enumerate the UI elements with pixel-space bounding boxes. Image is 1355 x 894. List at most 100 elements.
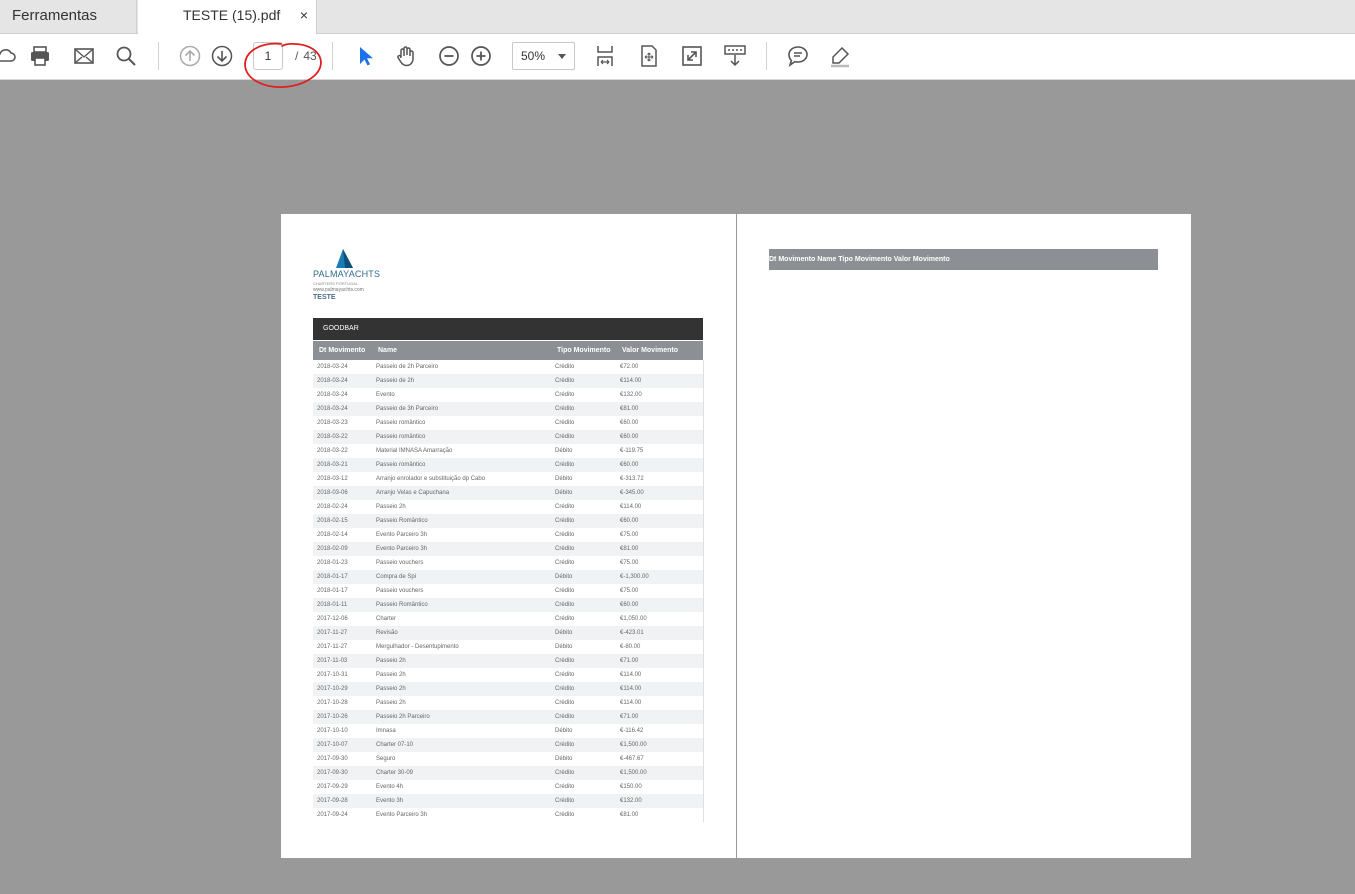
value-cell: €114.00 xyxy=(620,686,642,692)
transactions-table-body: 2018-03-24 Passeio de 2h Parceiro Crédito €… xyxy=(313,360,704,822)
column-header: Tipo Movimento xyxy=(838,256,892,263)
table-row: 2017-10-07 Charter 07-10 Crédito €1,500.00 xyxy=(313,738,703,752)
type-cell: Crédito xyxy=(555,658,575,664)
type-cell: Crédito xyxy=(555,420,575,426)
value-cell: €60.00 xyxy=(620,518,639,524)
fullscreen-icon[interactable] xyxy=(678,42,706,70)
column-header: Valor Movimento xyxy=(622,347,679,354)
zoom-select[interactable]: 50% xyxy=(512,42,575,70)
name-cell: Charter xyxy=(376,616,397,622)
name-cell: Evento Parceiro 3h xyxy=(376,812,428,818)
table-header: Dt Movimento Name Tipo Movimento Valor M… xyxy=(313,341,703,360)
value-cell: €71.00 xyxy=(620,714,639,720)
table-row: 2018-02-14 Evento Parceiro 3h Crédito €75.0… xyxy=(313,528,703,542)
name-cell: Seguro xyxy=(376,756,396,762)
name-cell: Arranjo Velas e Capuchana xyxy=(376,490,450,496)
print-icon[interactable] xyxy=(26,42,54,70)
type-cell: Crédito xyxy=(555,798,575,804)
column-header: Valor Movimento xyxy=(893,256,950,263)
date-cell: 2018-01-11 xyxy=(317,602,348,608)
value-cell: €-80.00 xyxy=(620,644,641,650)
comment-icon[interactable] xyxy=(784,42,812,70)
page-up-icon[interactable] xyxy=(176,42,204,70)
name-cell: Passeio vouchers xyxy=(376,560,424,566)
name-cell: Mergulhador - Desentupimento xyxy=(376,644,459,650)
type-cell: Débito xyxy=(555,644,573,650)
type-cell: Crédito xyxy=(555,532,575,538)
cloud-icon[interactable] xyxy=(0,42,20,70)
zoom-out-icon[interactable] xyxy=(435,42,463,70)
column-header: Name xyxy=(378,347,398,354)
name-cell: Evento 4h xyxy=(376,784,404,790)
value-cell: €75.00 xyxy=(620,560,639,566)
search-icon[interactable] xyxy=(112,42,140,70)
pdf-page-2: Dt Movimento Name Tipo Movimento Valor M… xyxy=(737,214,1191,858)
date-cell: 2018-01-17 xyxy=(317,574,348,580)
date-cell: 2018-03-24 xyxy=(317,364,348,370)
tab-tools[interactable]: Ferramentas xyxy=(0,0,137,33)
zoom-in-icon[interactable] xyxy=(467,42,495,70)
type-cell: Débito xyxy=(555,490,573,496)
value-cell: €1,050.00 xyxy=(620,616,647,622)
name-cell: Passeio vouchers xyxy=(376,588,424,594)
value-cell: €71.00 xyxy=(620,658,639,664)
date-cell: 2018-03-24 xyxy=(317,406,348,412)
fit-width-icon[interactable] xyxy=(591,42,619,70)
column-header: Name xyxy=(817,256,837,263)
name-cell: Passeio de 2h xyxy=(376,378,415,384)
type-cell: Crédito xyxy=(555,602,575,608)
value-cell: €60.00 xyxy=(620,434,639,440)
value-cell: €-119.75 xyxy=(620,448,644,454)
value-cell: €81.00 xyxy=(620,546,639,552)
table-row: 2018-01-11 Passeio Romântico Crédito €60.00 xyxy=(313,598,703,612)
table-row: 2017-10-31 Passeio 2h Crédito €114.00 xyxy=(313,668,703,682)
date-cell: 2017-11-27 xyxy=(317,630,348,636)
value-cell: €-423.01 xyxy=(620,630,644,636)
name-cell: Passeio romântico xyxy=(376,420,426,426)
page-down-icon[interactable] xyxy=(208,42,236,70)
value-cell: €60.00 xyxy=(620,462,639,468)
tab-bar: Ferramentas TESTE (15).pdf × xyxy=(0,0,1355,34)
hand-icon[interactable] xyxy=(392,42,420,70)
table-row: 2017-09-28 Evento 3h Crédito €132.00 xyxy=(313,794,703,808)
column-header: Dt Movimento xyxy=(319,347,366,354)
value-cell: €-345.00 xyxy=(620,490,644,496)
table-row: 2017-09-30 Charter 30-09 Crédito €1,500.00 xyxy=(313,766,703,780)
name-cell: Compra de Spi xyxy=(376,574,417,580)
table-row: 2017-10-28 Passeio 2h Crédito €114.00 xyxy=(313,696,703,710)
table-row: 2018-03-12 Arranjo enrolador e substituiç… xyxy=(313,472,703,486)
table-row: 2017-11-03 Passeio 2h Crédito €71.00 xyxy=(313,654,703,668)
logo-url: www.palmayachts.com xyxy=(313,287,364,293)
fit-page-icon[interactable] xyxy=(635,42,663,70)
close-tab-button[interactable]: × xyxy=(300,0,308,31)
date-cell: 2017-09-29 xyxy=(317,784,348,790)
name-cell: Revisão xyxy=(376,630,398,636)
scroll-mode-icon[interactable] xyxy=(721,42,749,70)
table-row: 2018-03-23 Passeio romântico Crédito €60.00 xyxy=(313,416,703,430)
tab-document[interactable]: TESTE (15).pdf × xyxy=(138,0,317,34)
type-cell: Débito xyxy=(555,448,573,454)
value-cell: €150.00 xyxy=(620,784,642,790)
type-cell: Crédito xyxy=(555,392,575,398)
name-cell: Charter 07-10 xyxy=(376,742,414,748)
name-cell: Passeio romântico xyxy=(376,434,426,440)
type-cell: Crédito xyxy=(555,700,575,706)
date-cell: 2018-02-09 xyxy=(317,546,348,552)
type-cell: Crédito xyxy=(555,686,575,692)
value-cell: €1,500.00 xyxy=(620,742,647,748)
type-cell: Débito xyxy=(555,728,573,734)
table-row: 2018-03-24 Passeio de 3h Parceiro Crédito €… xyxy=(313,402,703,416)
select-arrow-icon[interactable] xyxy=(350,42,378,70)
date-cell: 2018-03-12 xyxy=(317,476,348,482)
date-cell: 2018-03-22 xyxy=(317,434,348,440)
table-row: 2017-11-27 Revisão Débito €-423.01 xyxy=(313,626,703,640)
table-row: 2018-03-24 Passeio de 2h Crédito €114.00 xyxy=(313,374,703,388)
name-cell: Imnasa xyxy=(376,728,396,734)
mail-icon[interactable] xyxy=(70,42,98,70)
value-cell: €132.00 xyxy=(620,798,642,804)
type-cell: Crédito xyxy=(555,672,575,678)
name-cell: Passeio 2h xyxy=(376,686,406,692)
highlight-pen-icon[interactable] xyxy=(826,42,854,70)
name-cell: Evento 3h xyxy=(376,798,404,804)
date-cell: 2017-10-31 xyxy=(317,672,348,678)
